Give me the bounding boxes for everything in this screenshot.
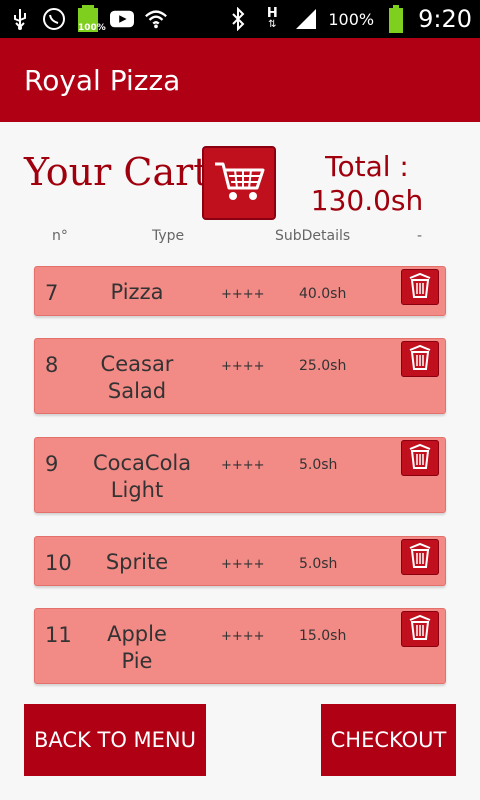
column-header-type: Type [152,228,185,244]
checkout-button[interactable]: CHECKOUT [321,704,456,776]
item-number: 10 [45,551,72,575]
item-name: Pizza [110,280,164,304]
status-time: 9:20 [418,5,472,33]
delete-item-button[interactable] [401,440,439,476]
app-bar: Royal Pizza [0,38,480,122]
item-extras: ++++ [221,287,265,302]
item-price: 5.0sh [299,556,338,572]
item-price: 25.0sh [299,358,347,374]
bluetooth-icon [226,7,250,31]
cart-item-row: 10 Sprite ++++ 5.0sh [34,536,446,586]
cart-item-row: 11 Apple Pie ++++ 15.0sh [34,608,446,684]
status-bar-left: 100% [8,4,168,34]
column-header-subdetails: SubDetails [275,228,351,244]
delete-item-button[interactable] [401,341,439,377]
item-price: 40.0sh [299,286,347,302]
battery-badge-icon: 100% [76,5,106,33]
item-extras: ++++ [221,458,265,473]
usb-icon [8,7,32,31]
column-header-num: n° [52,228,68,244]
trash-icon [406,613,434,645]
battery-badge-text: 100% [78,23,106,33]
signal-icon [294,7,318,31]
trash-icon [406,442,434,474]
cart-heading: Your Cart [24,150,209,194]
network-h-icon: H ⇅ [266,6,278,30]
item-number: 11 [45,623,72,647]
back-to-menu-button[interactable]: BACK TO MENU [24,704,206,776]
item-extras: ++++ [221,629,265,644]
cart-item-row: 8 Ceasar Salad ++++ 25.0sh [34,338,446,414]
status-bar-right: H ⇅ 100% 9:20 [226,4,472,34]
total-label: Total : [325,150,409,183]
trash-icon [406,271,434,303]
whatsapp-icon [42,7,66,31]
item-number: 9 [45,452,59,476]
youtube-icon [110,7,134,31]
item-name: Apple Pie [107,622,167,673]
total-value: 130.0sh [310,184,424,217]
trash-icon [406,541,434,573]
cart-item-row: 7 Pizza ++++ 40.0sh [34,266,446,316]
delete-item-button[interactable] [401,269,439,305]
cart-item-row: 9 CocaCola Light ++++ 5.0sh [34,437,446,513]
battery-icon [384,5,408,33]
status-bar: 100% H ⇅ 100% 9:20 [0,0,480,38]
battery-percent: 100% [328,9,375,29]
trash-icon [406,343,434,375]
shopping-cart-icon [213,158,265,208]
item-name: Sprite [105,550,169,574]
item-price: 5.0sh [299,457,338,473]
item-price: 15.0sh [299,628,347,644]
item-extras: ++++ [221,557,265,572]
delete-item-button[interactable] [401,611,439,647]
wifi-icon [144,7,168,31]
item-extras: ++++ [221,359,265,374]
app-title: Royal Pizza [24,64,181,97]
column-header-action: - [417,228,423,244]
cart-content: Your Cart Total : 130.0sh n° Type SubDet… [0,122,480,800]
item-number: 8 [45,353,59,377]
item-name: CocaCola Light [93,451,192,502]
cart-button[interactable] [202,146,276,220]
item-name: Ceasar Salad [100,352,174,403]
delete-item-button[interactable] [401,539,439,575]
item-number: 7 [45,281,59,305]
